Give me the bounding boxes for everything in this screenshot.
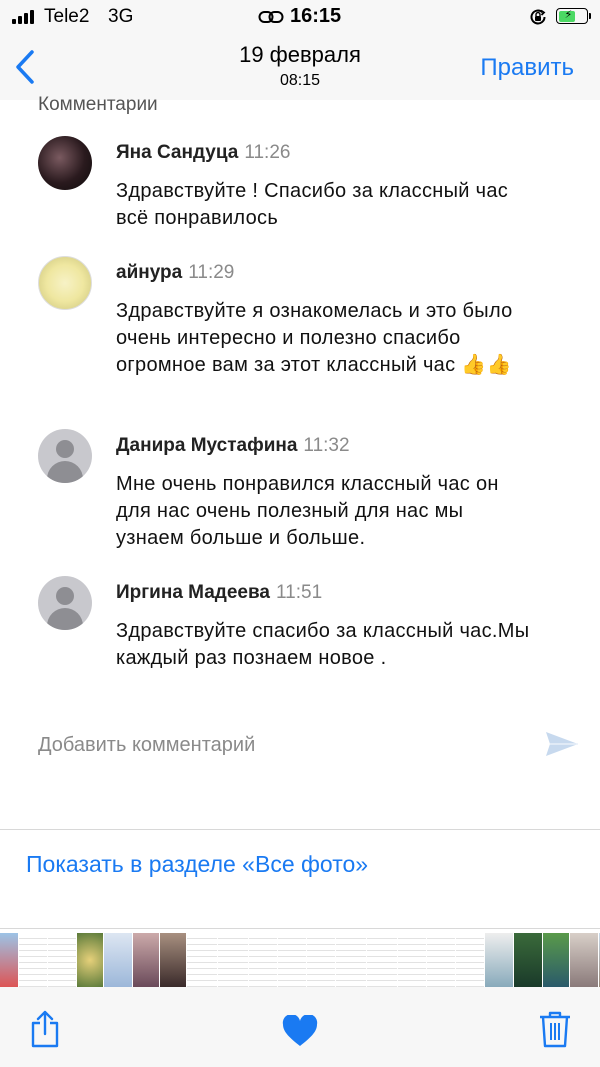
- battery-charging-icon: [556, 8, 591, 24]
- divider: [0, 829, 600, 830]
- thumbnail[interactable]: [367, 933, 397, 987]
- avatar[interactable]: [38, 136, 92, 190]
- show-in-all-photos-link[interactable]: Показать в разделе «Все фото»: [26, 851, 368, 878]
- thumbnail[interactable]: [570, 933, 598, 987]
- thumbnail[interactable]: [104, 933, 132, 987]
- thumbnail[interactable]: [485, 933, 513, 987]
- thumbnail[interactable]: [514, 933, 542, 987]
- thumbnail[interactable]: [19, 933, 47, 987]
- thumbnail-strip[interactable]: [0, 933, 600, 987]
- share-icon: [31, 1010, 59, 1048]
- comment-time: 11:26: [244, 142, 291, 163]
- thumbnail[interactable]: [336, 933, 366, 987]
- thumbnail[interactable]: [249, 933, 277, 987]
- trash-icon: [540, 1011, 570, 1048]
- heart-icon: [282, 1014, 318, 1046]
- comment-text: Здравствуйте спасибо за классный час.Мы …: [116, 620, 530, 669]
- comment-text: Мне очень понравился классный час он для…: [116, 473, 499, 549]
- thumbnail[interactable]: [427, 933, 455, 987]
- bottom-toolbar: [0, 987, 600, 1067]
- comment-author[interactable]: Яна Сандуца: [116, 142, 238, 163]
- carrier-name: Tele2: [44, 6, 90, 27]
- avatar[interactable]: [38, 256, 92, 310]
- navigation-bar: 19 февраля 08:15 Править: [0, 32, 600, 100]
- comment-author[interactable]: айнура: [116, 262, 182, 283]
- status-bar: Tele2 3G 16:15: [0, 0, 600, 32]
- signal-icon: [12, 10, 34, 24]
- thumbnail[interactable]: [278, 933, 306, 987]
- thumbnail[interactable]: [187, 933, 217, 987]
- thumbnail[interactable]: [398, 933, 426, 987]
- network-type: 3G: [108, 6, 134, 27]
- thumbnail[interactable]: [133, 933, 159, 987]
- thumbnail[interactable]: [0, 933, 18, 987]
- comment-time: 11:51: [276, 582, 323, 603]
- avatar[interactable]: [38, 429, 92, 483]
- thumbnail[interactable]: [218, 933, 248, 987]
- comment-text: Здравствуйте я ознакомелась и это было о…: [116, 300, 513, 376]
- favorite-button[interactable]: [282, 1014, 318, 1052]
- send-button[interactable]: [544, 729, 580, 764]
- thumbnail[interactable]: [48, 933, 76, 987]
- avatar[interactable]: [38, 576, 92, 630]
- delete-button[interactable]: [538, 1009, 572, 1054]
- send-icon: [546, 732, 578, 756]
- comment-text: Здравствуйте ! Спасибо за классный час в…: [116, 180, 509, 229]
- link-icon: [258, 8, 284, 31]
- thumbnail[interactable]: [160, 933, 186, 987]
- comment-time: 11:29: [188, 262, 235, 283]
- comment-time: 11:32: [303, 435, 350, 456]
- edit-button[interactable]: Править: [480, 54, 574, 82]
- comment-author[interactable]: Данира Мустафина: [116, 435, 297, 456]
- status-time: 16:15: [290, 5, 342, 27]
- comment-author[interactable]: Иргина Мадеева: [116, 582, 270, 603]
- share-button[interactable]: [28, 1009, 62, 1054]
- thumbnail[interactable]: [77, 933, 103, 987]
- orientation-lock-icon: [528, 7, 548, 32]
- comments-heading: Комментарии: [38, 94, 158, 115]
- thumbnail[interactable]: [456, 933, 484, 987]
- divider: [0, 928, 600, 929]
- add-comment-input[interactable]: [38, 731, 508, 759]
- thumbnail[interactable]: [543, 933, 569, 987]
- thumbnail[interactable]: [307, 933, 335, 987]
